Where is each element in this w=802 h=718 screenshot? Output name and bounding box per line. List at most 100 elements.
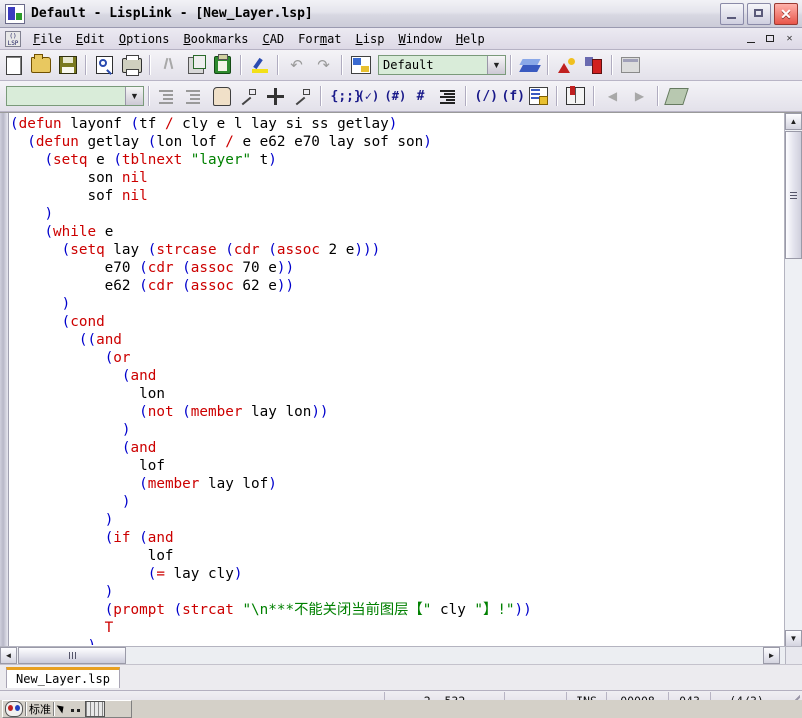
new-file-button[interactable] [1, 53, 26, 78]
open-file-button[interactable] [28, 53, 53, 78]
nav-back-button[interactable]: ◀ [600, 84, 625, 109]
undo-button[interactable]: ↶ [284, 53, 309, 78]
cursor-arrow-icon[interactable] [57, 702, 67, 716]
find-reference-button[interactable] [290, 84, 315, 109]
menu-edit[interactable]: Edit [69, 30, 112, 48]
check-syntax-button[interactable]: (✓) [354, 84, 380, 109]
hash-mark-button[interactable]: # [408, 84, 433, 109]
toolbar-separator [53, 702, 55, 716]
dialog-editor-button[interactable] [618, 53, 643, 78]
cut-button[interactable] [156, 53, 181, 78]
style-manager-button[interactable] [348, 53, 373, 78]
help-reference-button[interactable] [664, 84, 689, 109]
menu-lisp[interactable]: Lisp [349, 30, 392, 48]
check-paren-icon: (✓) [357, 88, 380, 103]
menu-window[interactable]: Window [391, 30, 448, 48]
chevron-down-icon[interactable]: ▼ [487, 56, 505, 74]
vertical-scrollbar[interactable]: ▲ ▼ [784, 113, 802, 646]
search-input[interactable] [7, 86, 125, 106]
toolbar-separator [25, 702, 27, 716]
toolbar-separator [465, 86, 467, 106]
indent-increase-button[interactable] [182, 84, 207, 109]
code-text[interactable]: (defun layonf (tf / cly e l lay si ss ge… [10, 115, 770, 645]
mdi-close-button[interactable]: ✕ [782, 32, 797, 46]
arrow-jump-icon [240, 88, 257, 104]
copy-button[interactable] [183, 53, 208, 78]
code-line: (prompt (strcat "\n***不能关闭当前图层【" cly "】!… [104, 602, 532, 618]
toolbar-separator [547, 55, 549, 75]
code-line: (cond [61, 314, 105, 330]
scroll-right-button[interactable]: ► [763, 647, 780, 664]
grid-icon[interactable] [85, 701, 105, 717]
maximize-button[interactable] [747, 2, 771, 25]
close-button[interactable]: ✕ [774, 2, 798, 25]
print-preview-button[interactable] [92, 53, 117, 78]
menu-cad[interactable]: CAD [255, 30, 291, 48]
scroll-left-button[interactable]: ◄ [0, 647, 17, 664]
node-cross-icon [267, 87, 284, 105]
horizontal-scroll-thumb[interactable] [18, 647, 126, 664]
mdi-restore-button[interactable] [763, 32, 778, 46]
mask-icon[interactable] [5, 701, 23, 717]
two-dots-icon[interactable] [69, 702, 83, 716]
save-file-button[interactable] [55, 53, 80, 78]
properties-lock-icon [529, 87, 548, 105]
highlighter-button[interactable] [247, 53, 272, 78]
hash-icon: # [416, 88, 425, 104]
load-layers-button[interactable] [517, 53, 542, 78]
open-reference-button[interactable] [563, 84, 588, 109]
title-bar: Default - LispLink - [New_Layer.lsp] ✕ [0, 0, 802, 28]
horizontal-scrollbar[interactable]: ◄ ► [0, 646, 785, 665]
paste-button[interactable] [210, 53, 235, 78]
code-line: e62 (cdr (assoc 62 e)) [10, 278, 295, 294]
toolbar-separator [320, 86, 322, 106]
protect-file-button[interactable] [526, 84, 551, 109]
search-combo[interactable]: ▼ [6, 86, 144, 106]
tab-new-layer-lsp[interactable]: New_Layer.lsp [6, 667, 120, 688]
compile-lisp-button[interactable] [554, 53, 579, 78]
code-line: (member lay lof) [139, 476, 277, 492]
mdi-minimize-button[interactable] [744, 32, 759, 46]
nav-forward-button[interactable]: ▶ [627, 84, 652, 109]
menu-help[interactable]: Help [449, 30, 492, 48]
code-line: (and [121, 368, 157, 384]
scrollbar-corner [785, 646, 802, 665]
menu-bookmarks[interactable]: Bookmarks [176, 30, 255, 48]
style-combo[interactable]: ▼ [378, 55, 506, 75]
toolbar-separator [149, 55, 151, 75]
redo-button[interactable]: ↷ [311, 53, 336, 78]
code-line: sof nil [10, 188, 148, 204]
window-title: Default - LispLink - [New_Layer.lsp] [31, 6, 313, 21]
scroll-down-button[interactable]: ▼ [785, 630, 802, 646]
match-braces-button[interactable]: {;;} [327, 84, 362, 109]
style-combo-input[interactable] [379, 55, 487, 75]
code-editor[interactable]: (defun layonf (tf / cly e l lay si ss ge… [0, 112, 802, 646]
menu-file[interactable]: File [26, 30, 69, 48]
lsp-document-icon[interactable]: () LSP [5, 30, 21, 47]
marker-pen-icon [251, 57, 269, 74]
align-lines-button[interactable] [435, 84, 460, 109]
code-line: lof [10, 458, 165, 474]
print-button[interactable] [119, 53, 144, 78]
code-line: (defun layonf (tf / cly e l lay si ss ge… [10, 116, 398, 132]
comment-block-button[interactable]: (/) [472, 84, 498, 109]
load-to-cad-button[interactable] [581, 53, 606, 78]
menu-options[interactable]: Options [112, 30, 177, 48]
menu-format[interactable]: Format [291, 30, 348, 48]
indent-decrease-button[interactable] [155, 84, 180, 109]
vertical-scroll-thumb[interactable] [785, 131, 802, 259]
open-folder-icon [30, 54, 51, 73]
function-paren-button[interactable]: (f) [499, 84, 525, 109]
code-line: (and [121, 440, 157, 456]
new-document-icon [5, 55, 22, 75]
background-toolbar-label: 标准 [29, 703, 51, 716]
arrow-search-icon [294, 88, 311, 104]
chevron-down-icon[interactable]: ▼ [125, 87, 143, 105]
goto-definition-button[interactable] [236, 84, 261, 109]
node-select-button[interactable] [263, 84, 288, 109]
pan-hand-button[interactable] [209, 84, 234, 109]
code-line: (defun getlay (lon lof / e e62 e70 lay s… [27, 134, 432, 150]
minimize-button[interactable] [720, 2, 744, 25]
scroll-up-button[interactable]: ▲ [785, 113, 802, 130]
hash-paren-button[interactable]: (#) [381, 84, 407, 109]
